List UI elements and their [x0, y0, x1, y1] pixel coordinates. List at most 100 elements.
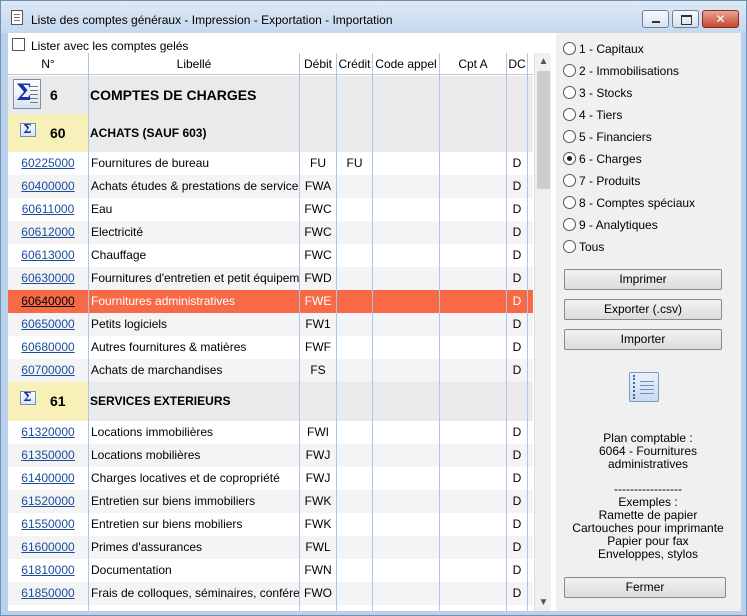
account-number-text[interactable]: 60680000 — [21, 340, 74, 354]
account-number-text[interactable]: 60650000 — [21, 317, 74, 331]
table-row[interactable]: 60400000 Achats études & prestations de s… — [8, 175, 533, 198]
account-number-link[interactable]: 60611000 — [8, 198, 88, 221]
account-number-text[interactable]: 61850000 — [21, 586, 74, 600]
account-number-text[interactable]: 60700000 — [21, 363, 74, 377]
radio-button[interactable] — [563, 240, 576, 253]
radio-button[interactable] — [563, 86, 576, 99]
column-header-debit[interactable]: Débit — [300, 53, 337, 75]
radio-button[interactable] — [563, 108, 576, 121]
print-button[interactable]: Imprimer — [564, 269, 722, 290]
table-row[interactable]: 61600000 Primes d'assurances FWL D — [8, 536, 533, 559]
account-number-text[interactable]: 60630000 — [21, 271, 74, 285]
account-label: Fournitures administratives — [91, 294, 236, 308]
scroll-thumb[interactable] — [537, 71, 550, 189]
account-number-text[interactable]: 60612000 — [21, 225, 74, 239]
group-row[interactable]: Σ 61 SERVICES EXTERIEURS — [8, 382, 533, 421]
table-row[interactable]: 60612000 Electricité FWC D — [8, 221, 533, 244]
column-header-number[interactable]: N° — [8, 53, 89, 75]
radio-button[interactable] — [563, 196, 576, 209]
account-number-link[interactable]: 60225000 — [8, 152, 88, 175]
column-header-call-code[interactable]: Code appel — [373, 53, 440, 75]
table-row[interactable]: 60680000 Autres fournitures & matières FWF… — [8, 336, 533, 359]
radio-button[interactable] — [563, 174, 576, 187]
account-number-link[interactable]: 61550000 — [8, 513, 88, 536]
radio-button[interactable] — [563, 64, 576, 77]
table-row[interactable]: 61350000 Locations mobilières FWJ D — [8, 444, 533, 467]
radio-button[interactable] — [563, 152, 576, 165]
account-number-text[interactable]: 60611000 — [22, 202, 75, 216]
group-row[interactable]: Σ 6 COMPTES DE CHARGES — [8, 76, 533, 114]
account-number-text[interactable]: 60400000 — [21, 179, 74, 193]
account-number-text[interactable]: 61400000 — [21, 471, 74, 485]
frozen-accounts-checkbox[interactable] — [12, 38, 25, 51]
import-button[interactable]: Importer — [564, 329, 722, 350]
account-number-text[interactable]: 60225000 — [21, 156, 74, 170]
table-row[interactable]: 60650000 Petits logiciels FW1 D — [8, 313, 533, 336]
account-label: Primes d'assurances — [91, 540, 202, 554]
scroll-up-icon[interactable]: ▲ — [535, 53, 552, 70]
dc-flag: D — [512, 340, 522, 354]
dc-flag: D — [512, 586, 522, 600]
radio-button[interactable] — [563, 218, 576, 231]
table-row[interactable]: 60611000 Eau FWC D — [8, 198, 533, 221]
account-number-text[interactable]: 61320000 — [21, 425, 74, 439]
column-header-credit[interactable]: Crédit — [337, 53, 373, 75]
account-number-link[interactable]: 61600000 — [8, 536, 88, 559]
account-number-text[interactable]: 60613000 — [21, 248, 74, 262]
table-row[interactable]: 60613000 Chauffage FWC D — [8, 244, 533, 267]
account-number-link[interactable]: 61350000 — [8, 444, 88, 467]
account-number-link[interactable]: 60680000 — [8, 336, 88, 359]
account-number-text[interactable]: 61600000 — [21, 540, 74, 554]
table-row[interactable]: 60640000 Fournitures administratives FWE D — [8, 290, 533, 313]
account-number-link[interactable]: 60700000 — [8, 359, 88, 382]
radio-label: 5 - Financiers — [579, 130, 652, 144]
column-divider — [88, 53, 89, 611]
debit-code: FWC — [304, 202, 332, 216]
info-line: Enveloppes, stylos — [597, 547, 699, 561]
account-number-link[interactable]: 61850000 — [8, 582, 88, 605]
table-row[interactable]: 61810000 Documentation FWN D — [8, 559, 533, 582]
group-number: 61 — [50, 393, 66, 409]
table-row[interactable]: 61550000 Entretien sur biens mobiliers FWK… — [8, 513, 533, 536]
group-row[interactable]: Σ 60 ACHATS (SAUF 603) — [8, 114, 533, 152]
export-button[interactable]: Exporter (.csv) — [564, 299, 722, 320]
account-number-text[interactable]: 60640000 — [21, 294, 74, 308]
table-row[interactable]: 60630000 Fournitures d'entretien et petit… — [8, 267, 533, 290]
radio-button[interactable] — [563, 42, 576, 55]
scroll-down-icon[interactable]: ▼ — [535, 594, 552, 611]
group-number: 60 — [50, 125, 66, 141]
column-header-cpt-a[interactable]: Cpt A — [440, 53, 507, 75]
table-row[interactable]: 61520000 Entretien sur biens immobiliers F… — [8, 490, 533, 513]
table-row[interactable]: 61850000 Frais de colloques, séminaires, … — [8, 582, 533, 605]
table-row[interactable]: 60700000 Achats de marchandises FS D — [8, 359, 533, 382]
account-number-link[interactable]: 61320000 — [8, 421, 88, 444]
account-number-link[interactable]: 61810000 — [8, 559, 88, 582]
account-number-link[interactable]: 60613000 — [8, 244, 88, 267]
radio-button[interactable] — [563, 130, 576, 143]
column-header-label[interactable]: Libellé — [89, 53, 300, 75]
table-row[interactable]: 60225000 Fournitures de bureau FU FU D — [8, 152, 533, 175]
account-number-link[interactable]: 60630000 — [8, 267, 88, 290]
account-number-link[interactable]: 60640000 — [8, 290, 88, 313]
minimize-button[interactable] — [642, 10, 669, 28]
table-row[interactable]: 61320000 Locations immobilières FWI D — [8, 421, 533, 444]
account-number-text[interactable]: 61520000 — [21, 494, 74, 508]
table-row[interactable]: 61400000 Charges locatives et de copropri… — [8, 467, 533, 490]
call-code — [373, 175, 439, 198]
account-number-link[interactable]: 60650000 — [8, 313, 88, 336]
account-number-link[interactable]: 60400000 — [8, 175, 88, 198]
close-button[interactable]: Fermer — [564, 577, 726, 598]
maximize-button[interactable] — [672, 10, 699, 28]
debit-code: FWA — [304, 179, 332, 193]
column-header-dc[interactable]: DC — [507, 53, 528, 75]
account-number-link[interactable]: 61400000 — [8, 467, 88, 490]
title-bar[interactable]: Liste des comptes généraux - Impression … — [1, 1, 746, 33]
account-number-text[interactable]: 61350000 — [21, 448, 74, 462]
account-number-text[interactable]: 61550000 — [21, 517, 74, 531]
close-window-button[interactable]: ✕ — [702, 10, 739, 28]
grid-scrollbar[interactable]: ▲ ▼ — [534, 53, 551, 611]
account-number-link[interactable]: 60612000 — [8, 221, 88, 244]
account-number-text[interactable]: 61810000 — [21, 563, 74, 577]
cpt-a — [440, 444, 506, 467]
account-number-link[interactable]: 61520000 — [8, 490, 88, 513]
